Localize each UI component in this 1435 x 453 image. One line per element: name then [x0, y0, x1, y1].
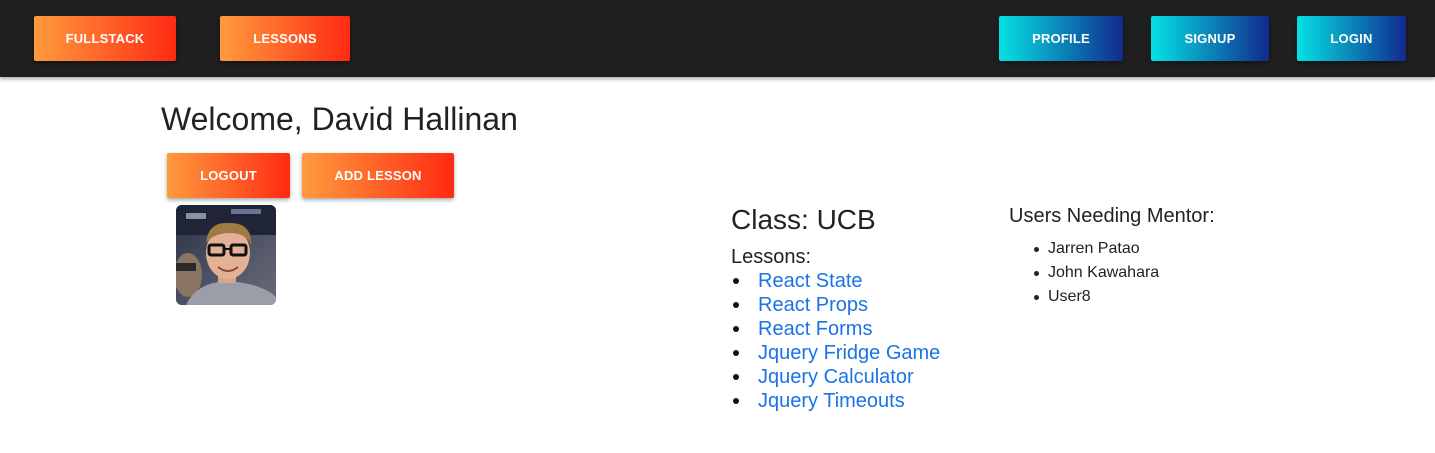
bullet-icon [1034, 247, 1039, 252]
mentor-list: Jarren Patao John Kawahara User8 [1034, 237, 1159, 309]
bullet-icon [733, 278, 739, 284]
nav-lessons-button[interactable]: LESSONS [220, 16, 350, 61]
bullet-icon [733, 326, 739, 332]
lessons-label: Lessons: [731, 246, 812, 268]
welcome-heading: Welcome, David Hallinan [161, 101, 518, 137]
list-item: React State [731, 269, 940, 293]
nav-fullstack-button[interactable]: FULLSTACK [34, 16, 176, 61]
user-photo-icon [176, 205, 276, 305]
bullet-icon [733, 302, 739, 308]
lesson-link-react-props[interactable]: React Props [758, 294, 868, 316]
bullet-icon [733, 350, 739, 356]
lesson-link-react-forms[interactable]: React Forms [758, 318, 872, 340]
class-title: Class: UCB [731, 204, 876, 235]
bullet-icon [733, 374, 739, 380]
bullet-icon [733, 398, 739, 404]
list-item: User8 [1034, 285, 1159, 309]
list-item: React Forms [731, 317, 940, 341]
list-item: Jquery Fridge Game [731, 341, 940, 365]
mentor-user-name: User8 [1048, 288, 1091, 305]
avatar [176, 205, 276, 305]
mentor-title: Users Needing Mentor: [1009, 205, 1215, 227]
nav-login-button[interactable]: LOGIN [1297, 16, 1406, 61]
top-navbar: FULLSTACK LESSONS PROFILE SIGNUP LOGIN [0, 0, 1435, 77]
list-item: Jquery Calculator [731, 365, 940, 389]
add-lesson-button[interactable]: ADD LESSON [302, 153, 454, 198]
bullet-icon [1034, 295, 1039, 300]
lesson-link-jquery-fridge-game[interactable]: Jquery Fridge Game [758, 342, 940, 364]
list-item: Jquery Timeouts [731, 389, 940, 413]
list-item: React Props [731, 293, 940, 317]
lesson-link-jquery-calculator[interactable]: Jquery Calculator [758, 366, 914, 388]
lessons-list: React State React Props React Forms Jque… [731, 269, 940, 413]
lesson-link-react-state[interactable]: React State [758, 270, 863, 292]
lesson-link-jquery-timeouts[interactable]: Jquery Timeouts [758, 390, 905, 412]
list-item: John Kawahara [1034, 261, 1159, 285]
logout-button[interactable]: LOGOUT [167, 153, 290, 198]
mentor-user-name: Jarren Patao [1048, 240, 1140, 257]
nav-signup-button[interactable]: SIGNUP [1151, 16, 1269, 61]
list-item: Jarren Patao [1034, 237, 1159, 261]
mentor-user-name: John Kawahara [1048, 264, 1160, 281]
bullet-icon [1034, 271, 1039, 276]
nav-profile-button[interactable]: PROFILE [999, 16, 1123, 61]
